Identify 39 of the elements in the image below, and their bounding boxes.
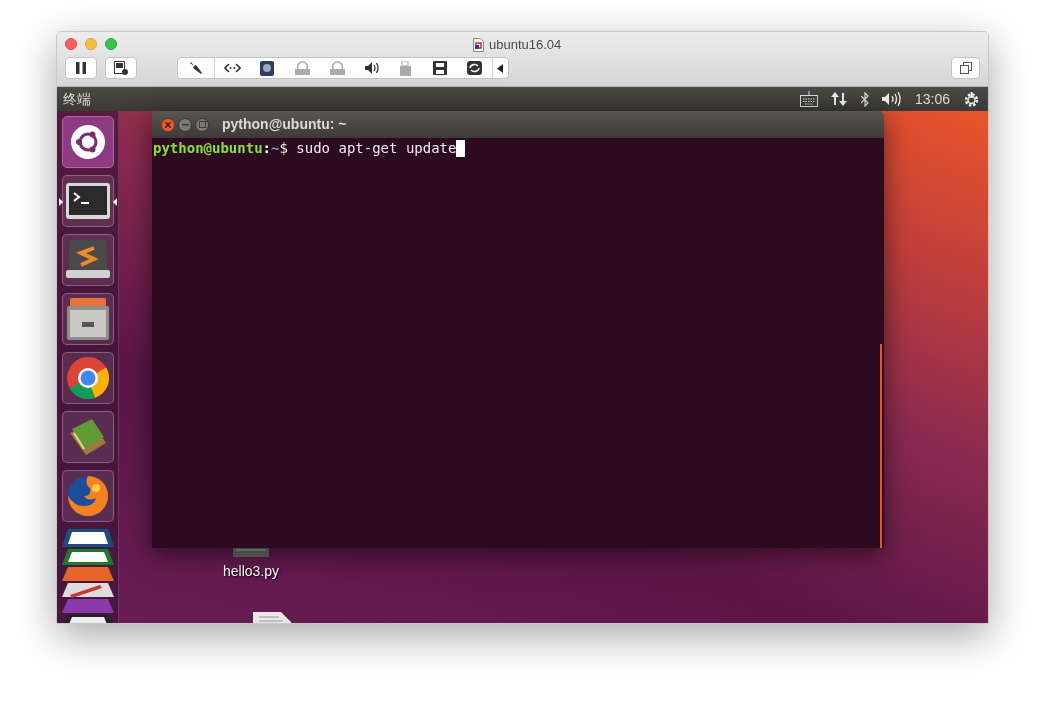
terminal-title: python@ubuntu: ~	[222, 115, 347, 134]
launcher-item[interactable]	[61, 116, 114, 168]
power-gear-icon[interactable]	[963, 90, 980, 108]
maximize-icon	[198, 121, 206, 128]
close-button[interactable]	[161, 117, 175, 132]
file-cabinet-icon	[66, 298, 109, 340]
file-label[interactable]: hello3.py	[223, 561, 280, 582]
clock[interactable]: 13:06	[914, 88, 950, 110]
sync-icon[interactable]	[467, 61, 482, 75]
keyboard-icon[interactable]	[799, 91, 818, 107]
window-mode-button[interactable]	[951, 57, 980, 79]
command-line: python@ubuntu:~$ sudo apt-get update	[153, 139, 466, 157]
windows-icon	[959, 62, 972, 74]
window-title: ubuntu16.04	[489, 36, 562, 54]
network-arrows-icon[interactable]	[830, 91, 848, 107]
app-title: 终端	[63, 89, 91, 109]
document-icon	[473, 37, 484, 52]
bluetooth-icon[interactable]	[860, 91, 869, 107]
pause-button[interactable]	[65, 57, 97, 79]
chrome-logo-icon	[65, 356, 110, 400]
minimize-icon	[181, 123, 189, 126]
close-button[interactable]	[65, 38, 77, 50]
file-icon[interactable]	[253, 612, 291, 623]
snapshot-icon	[114, 61, 128, 75]
minimize-button[interactable]	[178, 117, 192, 132]
firefox-logo-icon	[65, 474, 110, 518]
pause-icon	[76, 62, 86, 74]
caret-icon[interactable]	[497, 63, 503, 73]
scrollbar[interactable]	[880, 344, 882, 548]
speaker-icon[interactable]	[365, 62, 380, 74]
editor-icon	[65, 240, 110, 280]
close-icon	[165, 121, 171, 128]
network-icon[interactable]	[224, 63, 241, 73]
terminal-icon	[65, 183, 110, 219]
snapshot-button[interactable]	[105, 57, 137, 79]
volume-icon[interactable]	[881, 92, 902, 106]
running-indicator-icon	[58, 198, 63, 206]
focus-indicator-icon	[112, 198, 117, 206]
maximize-button[interactable]	[195, 117, 209, 132]
